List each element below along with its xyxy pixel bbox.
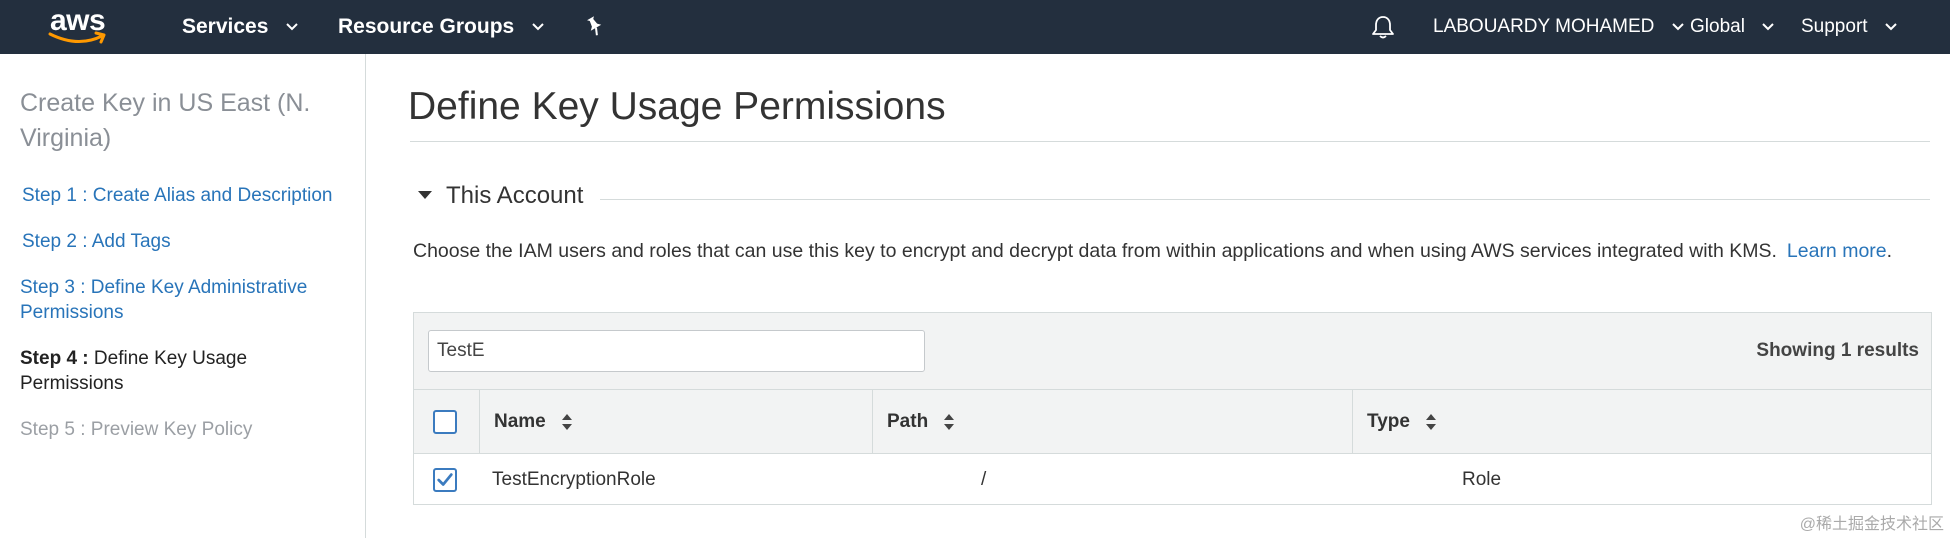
- users-roles-table-panel: Showing 1 results Name Path Type TestEnc…: [413, 312, 1932, 505]
- section-divider: [600, 199, 1930, 200]
- top-navigation-bar: aws Services Resource Groups LABOUARDY M…: [0, 0, 1950, 54]
- column-type-label: Type: [1367, 411, 1410, 432]
- aws-logo[interactable]: aws: [48, 6, 110, 48]
- page-title: Define Key Usage Permissions: [408, 85, 946, 128]
- row-name: TestEncryptionRole: [492, 469, 656, 490]
- watermark: @稀土掘金技术社区: [1799, 516, 1944, 533]
- checkmark-icon: [437, 473, 453, 486]
- description-period: .: [1886, 240, 1893, 262]
- table-toolbar: Showing 1 results: [414, 313, 1931, 390]
- wizard-sidebar: Create Key in US East (N. Virginia) Step…: [0, 54, 366, 538]
- column-header-path[interactable]: Path: [872, 390, 1352, 454]
- services-menu[interactable]: Services: [182, 0, 298, 54]
- learn-more-link[interactable]: Learn more: [1787, 240, 1887, 262]
- row-path: /: [981, 469, 987, 490]
- aws-smile-icon: [48, 31, 106, 44]
- step-2-link[interactable]: Step 2 : Add Tags: [22, 229, 352, 254]
- support-label: Support: [1801, 16, 1868, 37]
- results-count: Showing 1 results: [1756, 340, 1919, 361]
- row-type: Role: [1462, 469, 1502, 490]
- select-all-checkbox[interactable]: [433, 410, 457, 434]
- sort-icon: [944, 413, 955, 430]
- pin-icon[interactable]: [584, 15, 606, 37]
- chevron-down-icon: [1885, 23, 1897, 31]
- region-label: Global: [1690, 16, 1745, 37]
- description-text: Choose the IAM users and roles that can …: [413, 240, 1777, 262]
- title-divider: [410, 141, 1930, 142]
- section-title: This Account: [446, 182, 584, 209]
- wizard-title: Create Key in US East (N. Virginia): [20, 89, 311, 152]
- table-header: Name Path Type: [414, 390, 1931, 454]
- sort-icon: [562, 413, 573, 430]
- chevron-down-icon: [1762, 23, 1774, 31]
- caret-down-icon: [418, 190, 432, 199]
- step-1-link[interactable]: Step 1 : Create Alias and Description: [22, 183, 352, 208]
- row-checkbox[interactable]: [433, 468, 457, 492]
- services-label: Services: [182, 15, 269, 38]
- account-label: LABOUARDY MOHAMED: [1433, 16, 1655, 37]
- region-menu[interactable]: Global: [1690, 0, 1774, 54]
- account-menu[interactable]: LABOUARDY MOHAMED: [1433, 0, 1684, 54]
- sort-icon: [1426, 413, 1437, 430]
- section-description: Choose the IAM users and roles that can …: [413, 240, 1892, 263]
- chevron-down-icon: [286, 23, 298, 31]
- resource-groups-label: Resource Groups: [338, 15, 515, 38]
- notifications-bell-icon[interactable]: [1370, 14, 1396, 40]
- column-path-label: Path: [887, 411, 929, 432]
- resource-groups-menu[interactable]: Resource Groups: [338, 0, 544, 54]
- column-header-type[interactable]: Type: [1352, 390, 1931, 454]
- table-row[interactable]: TestEncryptionRole / Role: [414, 455, 1905, 505]
- filter-input[interactable]: [428, 330, 925, 372]
- chevron-down-icon: [532, 23, 544, 31]
- this-account-section-toggle[interactable]: This Account: [418, 182, 583, 210]
- step-3-link[interactable]: Step 3 : Define Key Administrative Permi…: [20, 275, 350, 325]
- column-name-label: Name: [494, 411, 546, 432]
- step-4-prefix: Step 4 :: [20, 348, 89, 369]
- chevron-down-icon: [1671, 23, 1684, 31]
- column-header-name[interactable]: Name: [479, 390, 872, 454]
- step-5-future: Step 5 : Preview Key Policy: [20, 419, 253, 440]
- step-4-current: Step 4 : Define Key Usage Permissions: [20, 346, 350, 396]
- support-menu[interactable]: Support: [1801, 0, 1897, 54]
